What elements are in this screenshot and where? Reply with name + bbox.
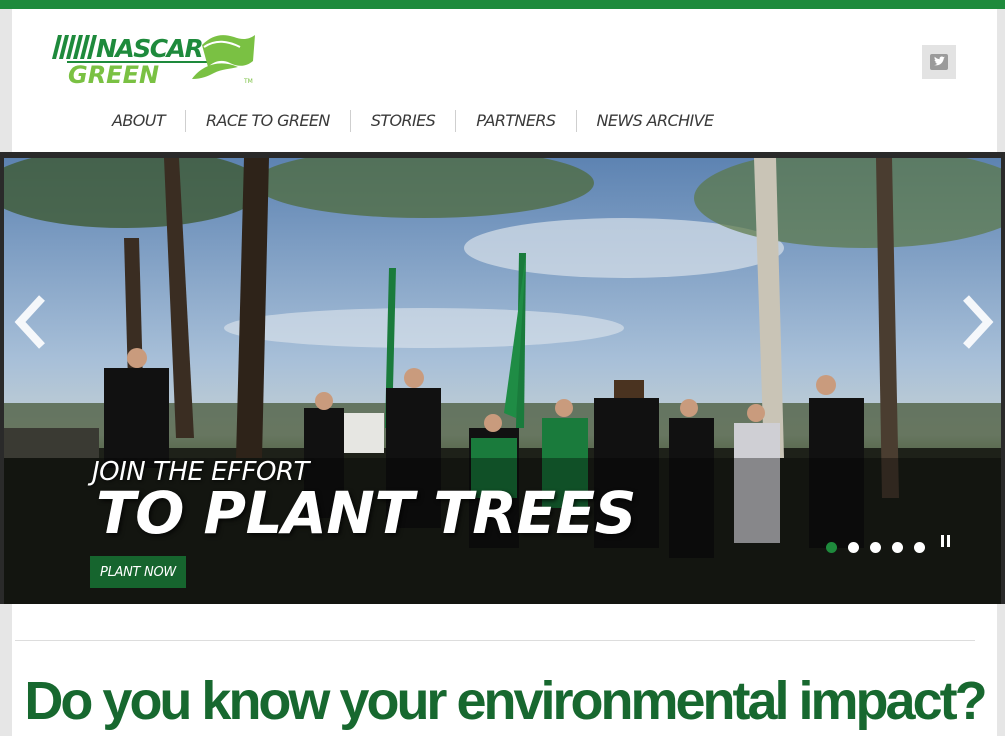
content-section: Do you know your environmental impact? (12, 604, 997, 736)
nav-item-stories[interactable]: STORIES (349, 110, 455, 132)
slide-dots (826, 542, 925, 553)
top-accent-bar (0, 0, 1005, 9)
main-nav: ABOUT RACE TO GREEN STORIES PARTNERS NEW… (98, 109, 733, 133)
nav-item-news-archive[interactable]: NEWS ARCHIVE (575, 110, 734, 132)
nascar-green-logo[interactable]: NASCAR GREEN TM (52, 31, 257, 89)
slide-dot-5[interactable] (914, 542, 925, 553)
pause-icon[interactable] (940, 535, 952, 549)
logo-text-nascar: NASCAR (96, 34, 202, 63)
page-headline: Do you know your environmental impact? (24, 671, 987, 731)
next-slide-chevron-right-icon[interactable] (956, 292, 996, 352)
hero-slider: JOIN THE EFFORT TO PLANT TREES PLANT NOW (0, 152, 1005, 604)
slide-dot-1[interactable] (826, 542, 837, 553)
logo-text-green: GREEN (68, 61, 159, 87)
site-header: NASCAR GREEN TM ABOUT RACE TO GREEN STOR… (12, 9, 997, 158)
nav-item-partners[interactable]: PARTNERS (455, 110, 575, 132)
nav-item-about[interactable]: ABOUT (98, 110, 185, 132)
plant-now-button[interactable]: PLANT NOW (90, 556, 186, 588)
twitter-icon (930, 54, 948, 70)
slide-dot-2[interactable] (848, 542, 859, 553)
nav-item-race-to-green[interactable]: RACE TO GREEN (185, 110, 350, 132)
divider (15, 640, 975, 641)
slide-dot-3[interactable] (870, 542, 881, 553)
svg-text:TM: TM (243, 78, 253, 85)
hero-caption-big: TO PLANT TREES (96, 479, 636, 547)
prev-slide-chevron-left-icon[interactable] (12, 292, 52, 352)
twitter-button[interactable] (922, 45, 956, 79)
slide-dot-4[interactable] (892, 542, 903, 553)
